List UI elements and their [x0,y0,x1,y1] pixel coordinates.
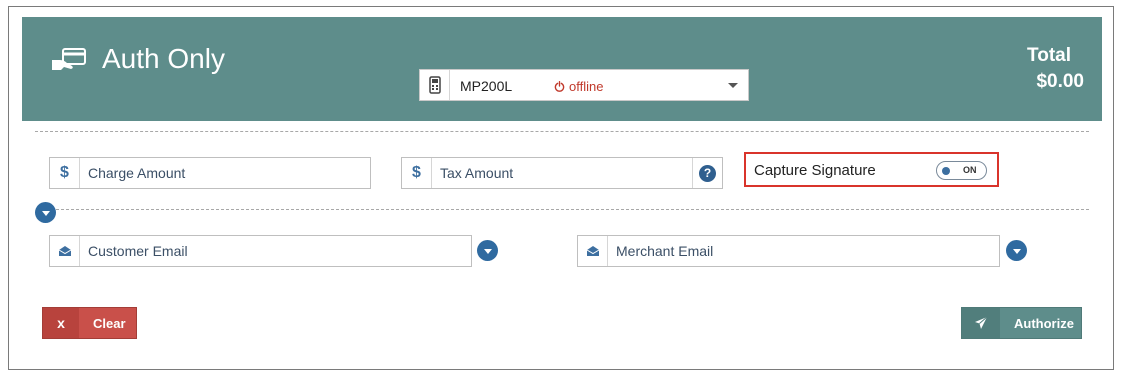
expand-options-button[interactable] [35,202,56,223]
customer-email-field[interactable] [49,235,472,267]
page-title: Auth Only [102,43,225,74]
device-name: MP200L [460,78,513,94]
divider [35,131,1089,132]
merchant-email-input[interactable] [616,241,991,261]
chevron-down-icon [728,83,738,88]
customer-email-input[interactable] [88,241,463,261]
divider [56,209,1089,210]
authorize-button[interactable]: Authorize [961,307,1082,339]
device-status: offline [554,79,603,94]
customer-email-options-button[interactable] [477,240,498,261]
clear-button[interactable]: x Clear [42,307,137,339]
capture-signature-label: Capture Signature [754,162,876,179]
chevron-down-icon [483,248,492,254]
chevron-down-icon [41,210,50,216]
power-icon [554,81,565,92]
help-button[interactable]: ? [692,158,722,188]
authorize-button-label: Authorize [1014,316,1074,331]
tax-amount-field[interactable]: $ ? [401,157,723,189]
toggle-knob [942,167,950,175]
card-terminal-icon [420,70,450,100]
tax-amount-input[interactable] [440,163,680,183]
paper-plane-icon [962,308,1000,338]
charge-amount-input[interactable] [88,163,358,183]
close-icon: x [43,308,79,338]
envelope-open-icon [578,236,608,266]
capture-signature-setting: Capture Signature ON [744,152,999,187]
header-bar: Auth Only MP200L offline Total $0.00 [22,17,1102,121]
dollar-icon: $ [50,158,80,188]
merchant-email-field[interactable] [577,235,1000,267]
clear-button-label: Clear [93,316,126,331]
total-value: $0.00 [1036,71,1084,92]
charge-amount-field[interactable]: $ [49,157,371,189]
question-icon: ? [699,164,716,182]
device-dropdown[interactable]: MP200L offline [419,69,749,101]
dollar-icon: $ [402,158,432,188]
capture-signature-toggle[interactable]: ON [936,161,987,180]
chevron-down-icon [1012,248,1021,254]
device-status-text: offline [569,79,604,94]
total-label: Total [1027,45,1071,66]
card-payment-icon [50,46,90,74]
merchant-email-options-button[interactable] [1006,240,1027,261]
toggle-state-text: ON [963,165,977,175]
envelope-open-icon [50,236,80,266]
